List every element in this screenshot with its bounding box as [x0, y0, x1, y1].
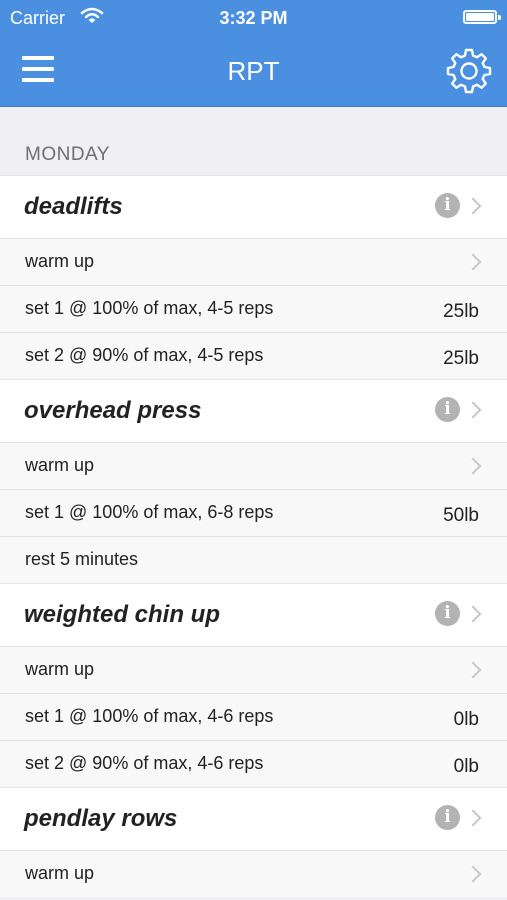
chevron-right-icon — [464, 605, 482, 623]
chevron-right-icon — [464, 809, 482, 827]
set-row[interactable]: warm up — [0, 646, 507, 693]
info-icon[interactable]: i — [435, 397, 460, 422]
status-time: 3:32 PM — [219, 8, 288, 28]
set-row[interactable]: set 1 @ 100% of max, 4-5 reps 25lb — [0, 285, 507, 332]
set-label: set 1 @ 100% of max, 6-8 reps — [25, 502, 274, 522]
chevron-right-icon — [464, 865, 482, 883]
set-row[interactable]: warm up — [0, 238, 507, 285]
info-icon[interactable]: i — [435, 805, 460, 830]
info-icon[interactable]: i — [435, 193, 460, 218]
exercise-row-deadlifts[interactable]: deadlifts i — [0, 175, 507, 238]
set-weight: 50lb — [443, 505, 479, 526]
set-weight: 25lb — [443, 301, 479, 322]
exercise-list: deadlifts i warm up set 1 @ 100% of max,… — [0, 175, 507, 897]
page-title: RPT — [227, 56, 280, 86]
set-weight: 0lb — [453, 709, 479, 730]
set-row[interactable]: set 2 @ 90% of max, 4-5 reps 25lb — [0, 332, 507, 379]
set-label: warm up — [25, 863, 95, 883]
set-label: set 1 @ 100% of max, 4-5 reps — [25, 298, 274, 318]
chevron-right-icon — [464, 661, 482, 679]
set-row[interactable]: warm up — [0, 850, 507, 897]
exercise-row-overhead-press[interactable]: overhead press i — [0, 379, 507, 442]
set-label: set 2 @ 90% of max, 4-6 reps — [25, 753, 264, 773]
set-weight: 0lb — [453, 756, 479, 777]
exercise-row-weighted-chin-up[interactable]: weighted chin up i — [0, 583, 507, 646]
info-icon[interactable]: i — [435, 601, 460, 626]
set-row[interactable]: warm up — [0, 442, 507, 489]
set-label: warm up — [25, 455, 95, 475]
set-row[interactable]: set 1 @ 100% of max, 6-8 reps 50lb — [0, 489, 507, 536]
set-label: warm up — [25, 251, 95, 271]
set-row[interactable]: set 1 @ 100% of max, 4-6 reps 0lb — [0, 693, 507, 740]
exercise-name: weighted chin up — [24, 601, 220, 628]
navigation-bar: RPT — [0, 36, 507, 107]
set-label: set 1 @ 100% of max, 4-6 reps — [25, 706, 274, 726]
set-row[interactable]: set 2 @ 90% of max, 4-6 reps 0lb — [0, 740, 507, 787]
set-label: warm up — [25, 659, 95, 679]
day-label: MONDAY — [25, 144, 110, 165]
set-weight: 25lb — [443, 348, 479, 369]
set-label: set 2 @ 90% of max, 4-5 reps — [25, 345, 264, 365]
exercise-name: pendlay rows — [24, 805, 178, 832]
section-header: MONDAY — [0, 107, 507, 175]
chevron-right-icon — [464, 401, 482, 419]
rest-label: rest 5 minutes — [25, 549, 139, 569]
chevron-right-icon — [464, 457, 482, 475]
exercise-row-pendlay-rows[interactable]: pendlay rows i — [0, 787, 507, 850]
chevron-right-icon — [464, 197, 482, 215]
status-bar: Carrier 3:32 PM — [0, 0, 507, 36]
exercise-name: overhead press — [24, 397, 202, 424]
chevron-right-icon — [464, 253, 482, 271]
exercise-name: deadlifts — [24, 193, 123, 220]
rest-row: rest 5 minutes — [0, 536, 507, 583]
battery-icon — [463, 10, 501, 24]
gear-icon[interactable] — [445, 46, 493, 94]
